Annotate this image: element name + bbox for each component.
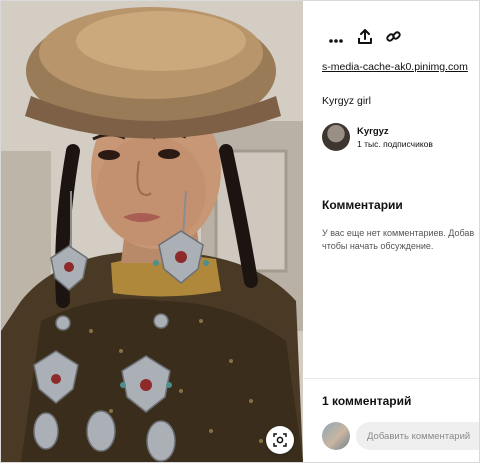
more-horizontal-icon [328,30,343,48]
comments-heading: Комментарии [322,198,403,212]
user-avatar[interactable] [322,422,350,450]
comments-empty-line-1: У вас еще нет комментариев. Добав [322,228,475,238]
comments-empty-message: У вас еще нет комментариев. Добав чтобы … [322,227,479,253]
pin-image[interactable] [1,1,303,462]
share-button[interactable] [355,28,374,49]
comment-count: 1 комментарий [322,394,412,408]
divider [304,378,479,379]
visual-search-button[interactable] [266,426,294,454]
pin-details-panel: s-media-cache-ak0.pinimg.com Kyrgyz girl… [304,1,479,462]
creator-name[interactable]: Kyrgyz [357,126,433,137]
link-chain-icon [386,29,401,49]
share-upload-icon [357,28,372,49]
creator-followers: 1 тыс. подписчиков [357,138,433,149]
comments-empty-line-2: чтобы начать обсуждение. [322,241,434,251]
pin-title: Kyrgyz girl [322,95,372,107]
pin-toolbar [326,28,403,49]
portrait-illustration [1,1,303,462]
source-link[interactable]: s-media-cache-ak0.pinimg.com [322,61,468,73]
copy-link-button[interactable] [384,29,403,48]
creator-avatar[interactable] [322,123,350,151]
visual-search-icon [273,433,287,447]
more-options-button[interactable] [326,29,345,48]
comment-composer [322,422,479,450]
comment-input[interactable] [356,422,479,450]
creator-text: Kyrgyz 1 тыс. подписчиков [357,126,433,149]
creator-info[interactable]: Kyrgyz 1 тыс. подписчиков [322,123,433,151]
